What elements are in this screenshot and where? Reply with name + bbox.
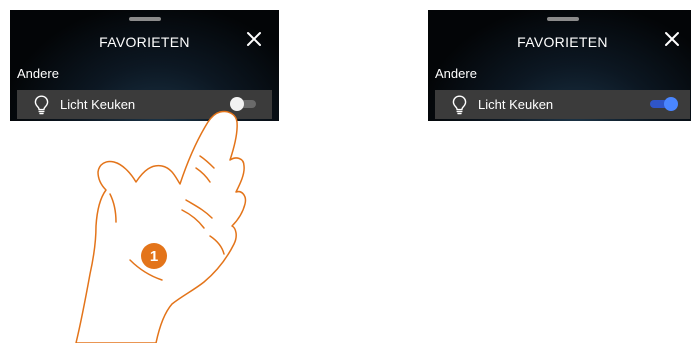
pointing-hand-icon: 1 <box>75 110 247 343</box>
favorite-item-label: Licht Keuken <box>478 97 554 112</box>
lightbulb-icon <box>34 95 49 115</box>
section-label: Andere <box>17 66 59 81</box>
toggle-knob <box>664 97 678 111</box>
favorite-item-row[interactable]: Licht Keuken <box>435 90 690 119</box>
close-icon[interactable] <box>245 30 263 48</box>
close-icon[interactable] <box>663 30 681 48</box>
lightbulb-icon <box>452 95 467 115</box>
screen-title: FAVORIETEN <box>517 34 608 50</box>
section-label: Andere <box>435 66 477 81</box>
light-toggle-switch[interactable] <box>646 97 678 111</box>
favorites-screen-after: FAVORIETEN Andere Licht Keuken <box>428 10 691 121</box>
drag-handle[interactable] <box>546 17 579 21</box>
drag-handle[interactable] <box>128 17 161 21</box>
step-number: 1 <box>150 248 158 265</box>
screen-title: FAVORIETEN <box>99 34 190 50</box>
